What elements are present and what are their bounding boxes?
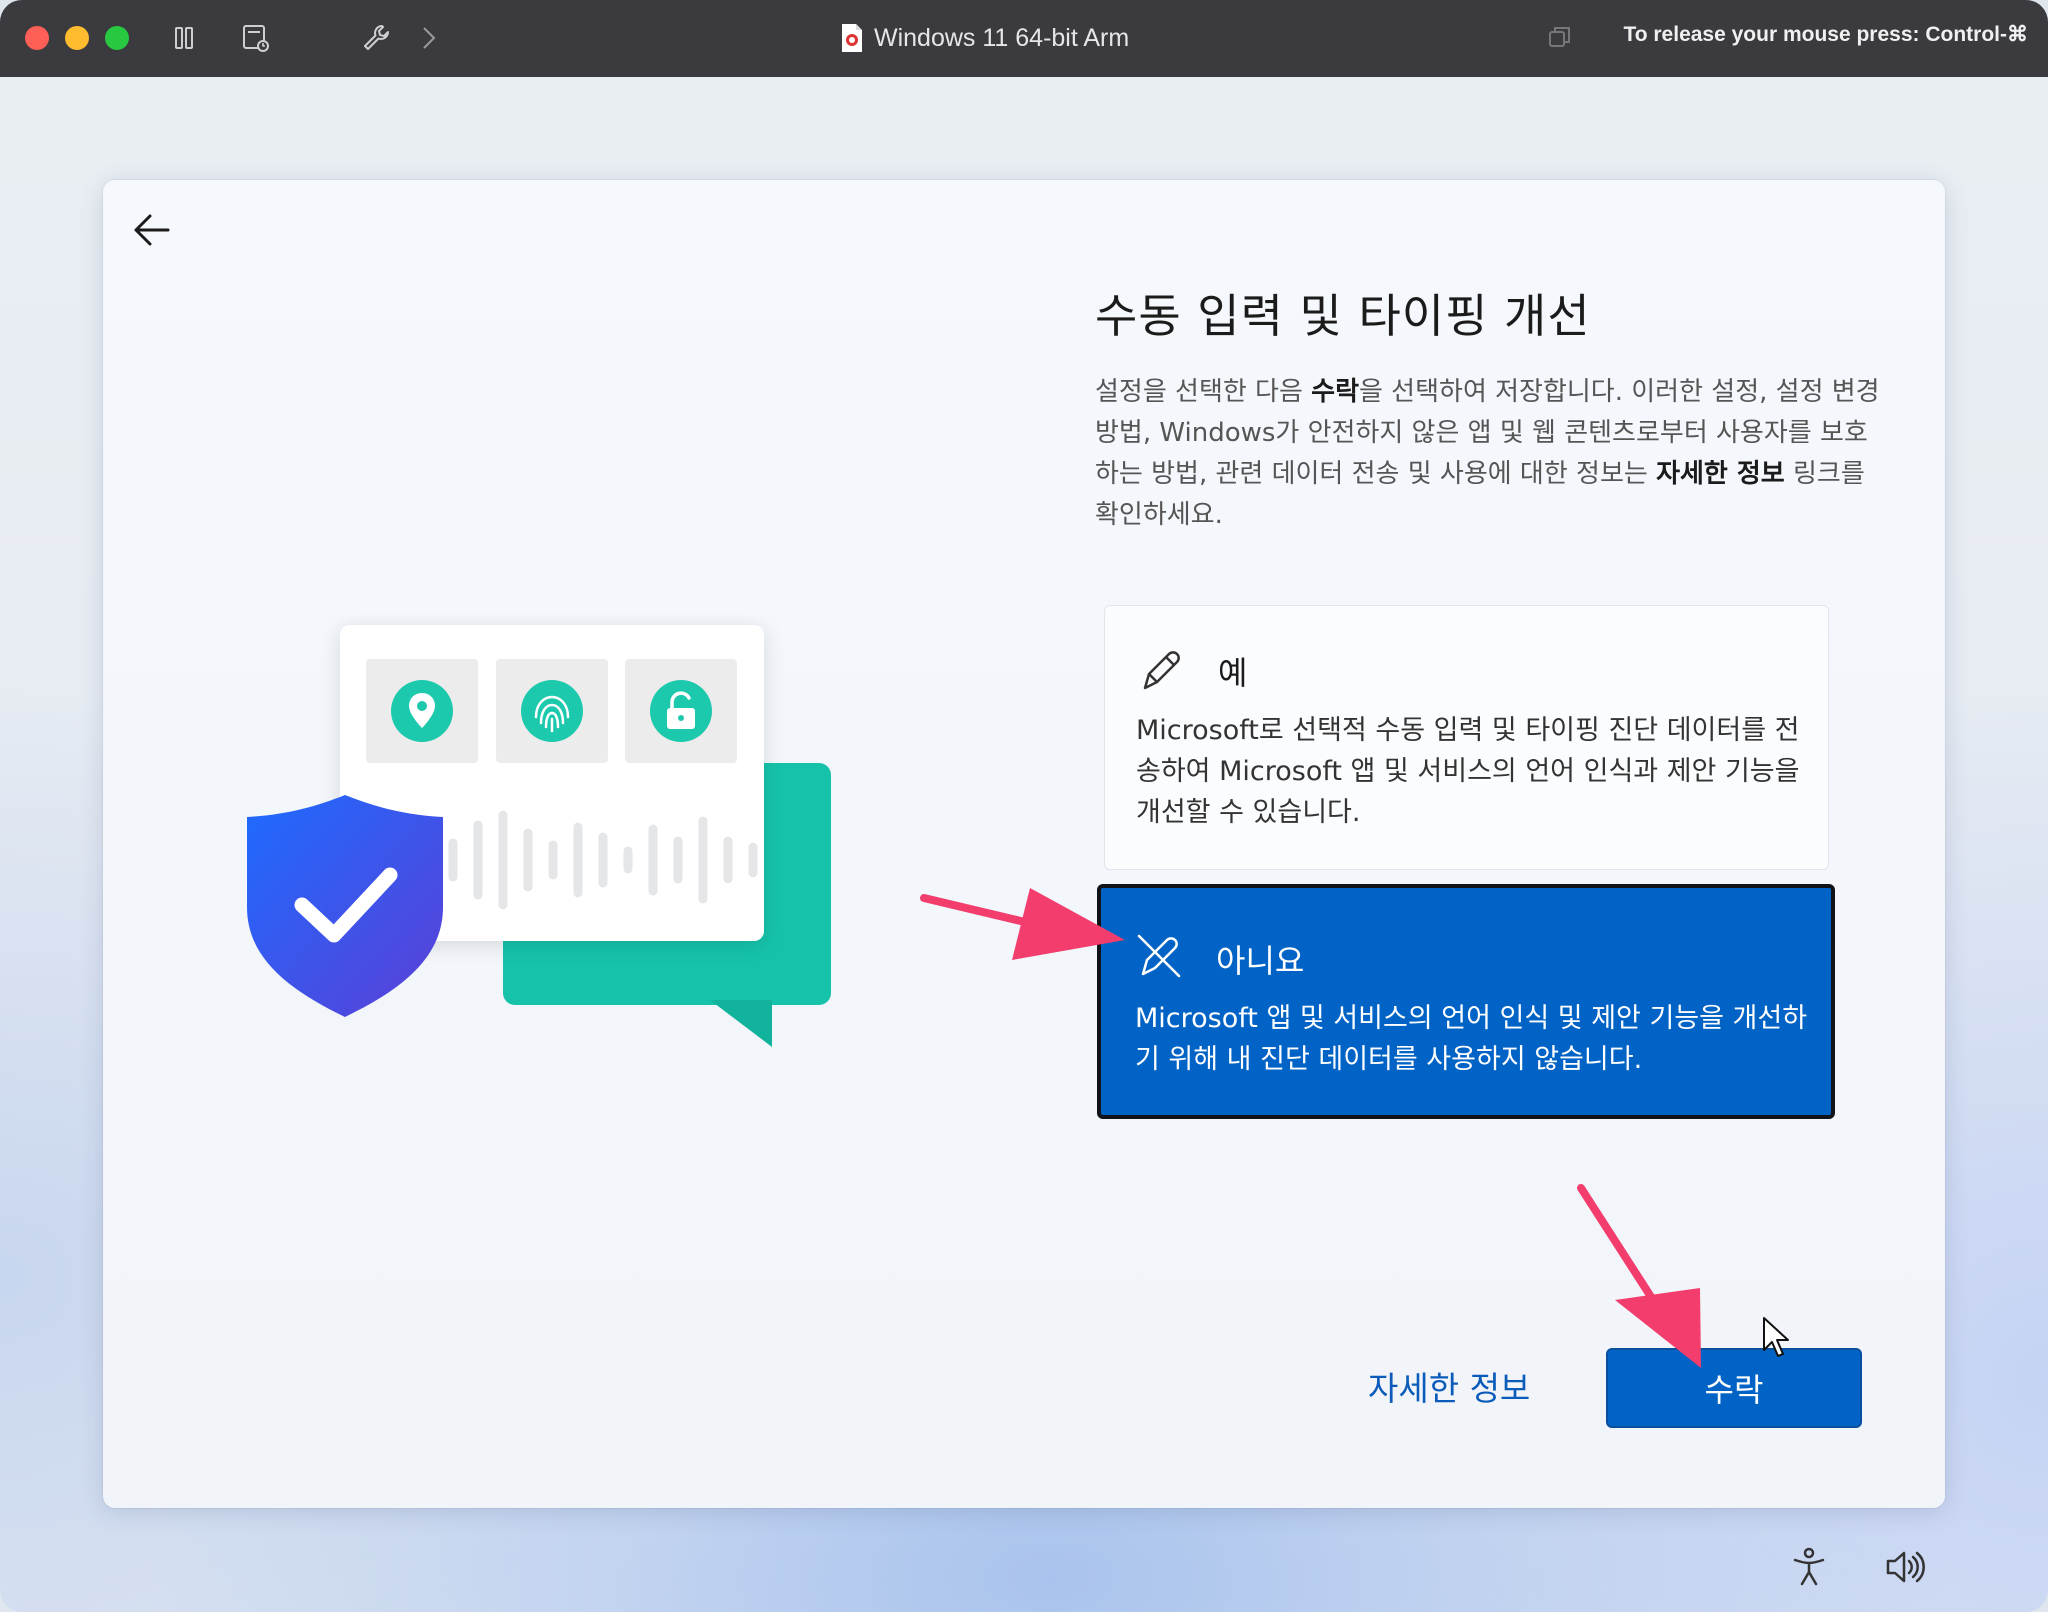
arrow-left-icon xyxy=(134,214,170,246)
close-window-button[interactable] xyxy=(25,26,49,50)
mouse-cursor-icon xyxy=(1763,1317,1789,1357)
vm-window: Windows 11 64-bit Arm To release your mo… xyxy=(0,0,2048,1612)
option-no-description: Microsoft 앱 및 서비스의 언어 인식 및 제안 기능을 개선하기 위… xyxy=(1135,1003,1808,1075)
location-icon xyxy=(391,680,453,742)
page-title: 수동 입력 및 타이핑 개선 xyxy=(1095,289,1591,343)
chevron-right-icon[interactable] xyxy=(410,20,446,56)
pen-off-icon xyxy=(1137,934,1181,978)
annotation-arrow-to-accept xyxy=(1577,1184,1701,1368)
option-yes[interactable]: 예 Microsoft로 선택적 수동 입력 및 타이핑 진단 데이터를 전송하… xyxy=(1104,605,1829,870)
option-no[interactable]: 아니요 Microsoft 앱 및 서비스의 언어 인식 및 제안 기능을 개선… xyxy=(1097,884,1835,1119)
mouse-release-hint: To release your mouse press: Control-⌘ xyxy=(1623,23,2028,46)
option-yes-label: 예 xyxy=(1218,654,1248,692)
privacy-illustration xyxy=(247,625,831,1047)
window-title-group: Windows 11 64-bit Arm xyxy=(840,20,1129,56)
sidebar-toggle-icon[interactable] xyxy=(168,20,204,56)
volume-icon[interactable] xyxy=(1882,1545,1926,1589)
learn-more-reference: 자세한 정보 xyxy=(1656,459,1785,489)
annotation-arrow-to-no xyxy=(920,888,1125,960)
fingerprint-icon xyxy=(521,680,583,742)
window-title: Windows 11 64-bit Arm xyxy=(874,23,1130,52)
accept-reference: 수락 xyxy=(1311,377,1359,407)
minimize-window-button[interactable] xyxy=(65,26,89,50)
option-no-label: 아니요 xyxy=(1216,942,1305,980)
wrench-icon[interactable] xyxy=(358,20,394,56)
unlock-icon xyxy=(650,680,712,742)
learn-more-link[interactable]: 자세한 정보 xyxy=(1368,1362,1530,1410)
zoom-window-button[interactable] xyxy=(105,26,129,50)
vm-document-icon xyxy=(842,24,862,52)
page-description: 설정을 선택한 다음 수락을 선택하여 저장합니다. 이러한 설정, 설정 변경… xyxy=(1095,377,1880,530)
back-button[interactable] xyxy=(128,206,184,254)
option-yes-description: Microsoft로 선택적 수동 입력 및 타이핑 진단 데이터를 전송하여 … xyxy=(1136,715,1800,828)
accessibility-icon[interactable] xyxy=(1787,1545,1831,1589)
snapshot-icon[interactable] xyxy=(238,20,274,56)
window-copy-icon[interactable] xyxy=(1542,20,1578,56)
pen-icon xyxy=(1143,651,1180,690)
shield-check-icon xyxy=(247,795,443,1017)
title-bar: Windows 11 64-bit Arm To release your mo… xyxy=(0,0,2048,78)
